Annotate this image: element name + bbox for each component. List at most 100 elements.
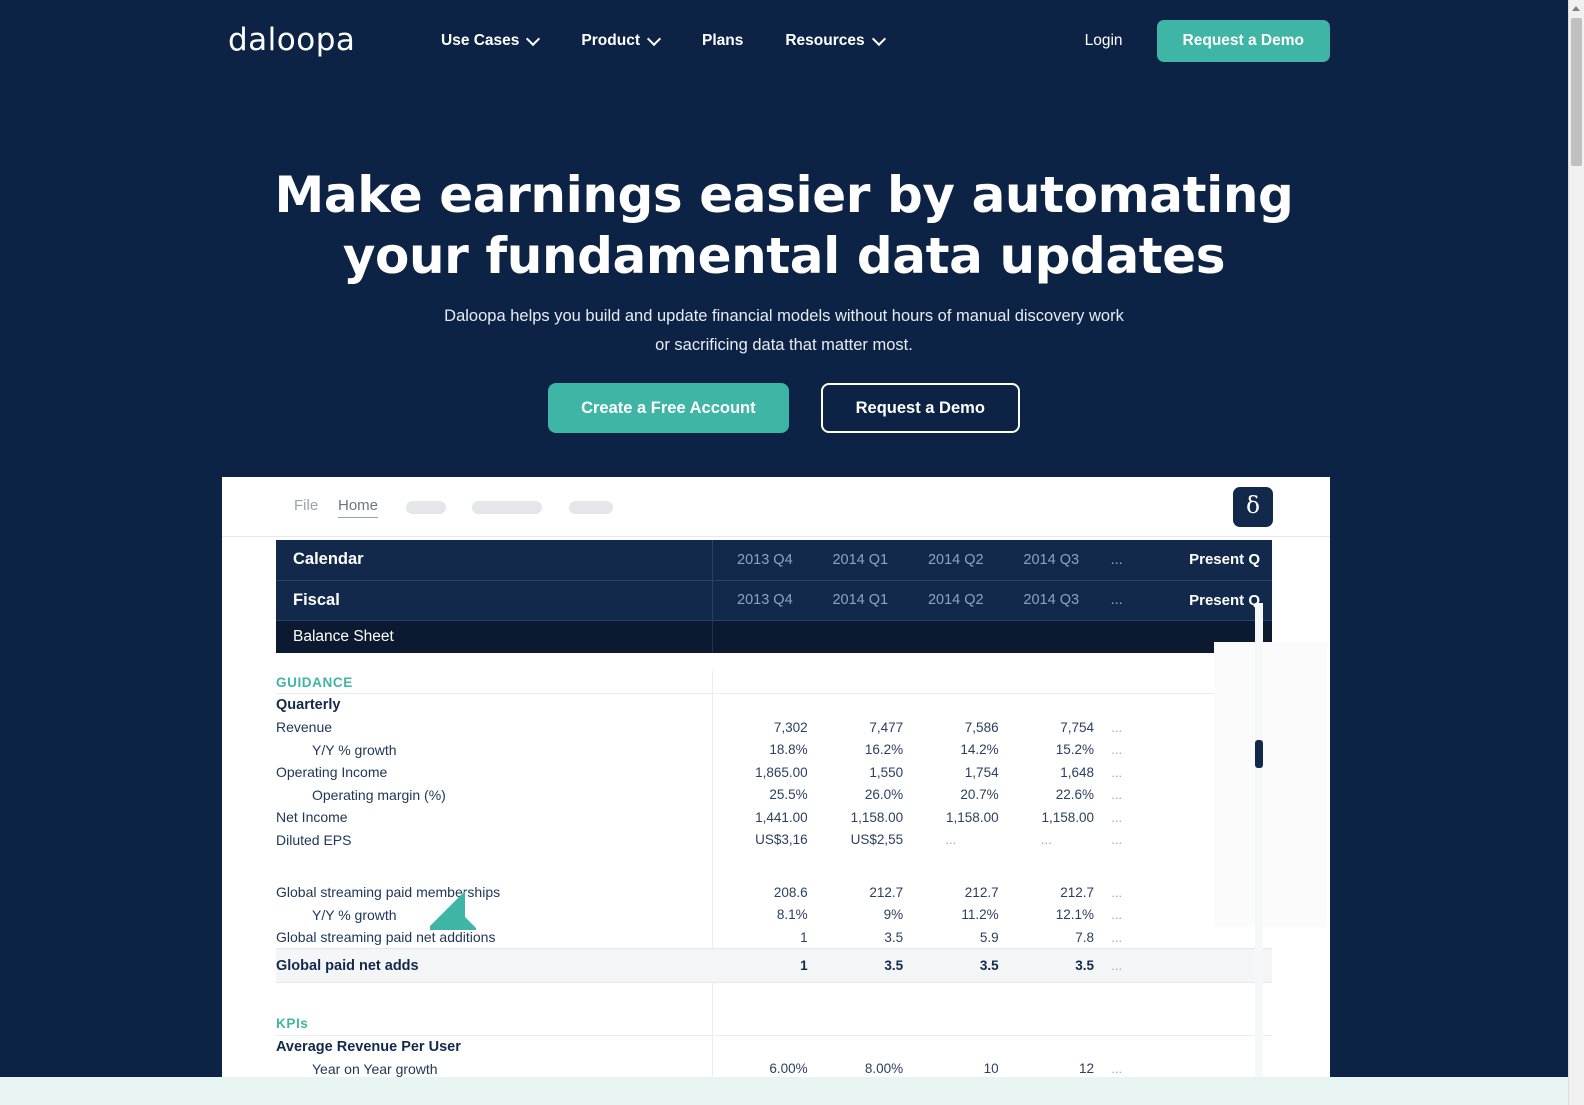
nav-item-label: Product (581, 32, 640, 49)
menu-item-home[interactable]: Home (338, 497, 379, 518)
daloopa-delta-icon[interactable]: δ (1233, 487, 1273, 527)
row-value: 1,754 (964, 764, 999, 780)
row-present-value (1139, 761, 1272, 784)
chevron-down-icon (528, 34, 539, 45)
row-value: 212.7 (964, 884, 999, 900)
request-demo-button-nav[interactable]: Request a Demo (1156, 20, 1330, 62)
row-value: 7,754 (1060, 719, 1095, 735)
row-value: 3.5 (807, 948, 904, 983)
subsection-header-quarterly: Quarterly (276, 693, 1272, 716)
row-value: 15.2% (1055, 742, 1095, 758)
row-label: Diluted EPS (276, 831, 352, 848)
request-demo-button-hero[interactable]: Request a Demo (820, 383, 1020, 433)
row-ellipsis: ... (1111, 884, 1123, 900)
subsection-cell (1094, 1034, 1140, 1058)
sheet-scrollbar-track[interactable] (1255, 603, 1263, 1077)
nav-item-product[interactable]: Product (560, 26, 681, 56)
header-period: 2014 Q1 (807, 580, 904, 621)
app-toolbar: File Home δ (222, 477, 1330, 537)
row-value: 7,477 (869, 719, 904, 735)
row-value: 25.5% (711, 783, 808, 806)
hero-subtitle-line-2: or sacrificing data that matter most. (655, 336, 913, 354)
mouse-cursor-icon (430, 891, 476, 930)
row-value: 16.2% (864, 742, 904, 758)
toolbar-placeholder-1[interactable] (406, 501, 446, 514)
row-value: 20.7% (960, 787, 999, 803)
row-value: 1,550 (869, 764, 904, 780)
row-value: 3.5 (998, 948, 1095, 983)
row-value: 1 (711, 926, 808, 949)
row-value: 7,586 (964, 719, 999, 735)
statement-row-balance-sheet[interactable]: Balance Sheet (276, 620, 1272, 653)
create-free-account-button[interactable]: Create a Free Account (548, 383, 789, 433)
nav-item-use-cases[interactable]: Use Cases (420, 26, 560, 56)
row-ellipsis: ... (1111, 1061, 1123, 1077)
row-value: 9% (883, 907, 904, 923)
table-row[interactable]: Operating Income 1,865.00 1,550 1,754 1,… (276, 761, 1272, 784)
nav-item-plans[interactable]: Plans (681, 26, 764, 56)
row-present-value (1139, 948, 1272, 983)
table-header-row-calendar: Calendar 2013 Q4 2014 Q1 2014 Q2 2014 Q3… (276, 540, 1272, 581)
row-value: 5.9 (979, 929, 999, 945)
header-label: Fiscal (276, 580, 713, 621)
toolbar-placeholder-2[interactable] (472, 501, 542, 514)
row-ellipsis: ... (1111, 764, 1123, 780)
browser-scrollbar-track[interactable] (1568, 0, 1584, 1105)
row-present-value (1139, 806, 1272, 829)
table-row[interactable]: Net Income 1,441.00 1,158.00 1,158.00 1,… (276, 806, 1272, 829)
row-value: 1 (712, 948, 808, 983)
row-present-value (1139, 716, 1272, 739)
row-value: US$2,55 (850, 832, 904, 848)
daloopa-logo[interactable]: daloopa (228, 22, 355, 58)
table-row[interactable]: Revenue 7,302 7,477 7,586 7,754 ... (276, 716, 1272, 739)
table-row[interactable]: Operating margin (%) 25.5% 26.0% 20.7% 2… (276, 783, 1272, 806)
sheet-scrollbar-thumb[interactable] (1255, 740, 1263, 768)
row-label: Net Income (276, 809, 348, 826)
table-row-total[interactable]: Global paid net adds 1 3.5 3.5 3.5 ... (276, 948, 1272, 983)
menu-item-file[interactable]: File (294, 497, 318, 514)
subsection-cell (903, 1034, 999, 1058)
row-value: 7.8 (1075, 929, 1095, 945)
scroll-up-arrow-icon[interactable] (1572, 6, 1580, 11)
table-row[interactable]: Global streaming paid net additions 1 3.… (276, 926, 1272, 949)
row-ellipsis: ... (1111, 929, 1123, 945)
page-title: Make earnings easier by automating your … (0, 165, 1568, 287)
subsection-cell (1139, 693, 1272, 716)
row-value: 22.6% (1055, 787, 1095, 803)
section-header-kpis: KPIs (276, 1012, 1272, 1036)
subsection-title: Average Revenue Per User (276, 1034, 713, 1058)
row-value: 1,158.00 (946, 809, 999, 825)
table-header-row-fiscal: Fiscal 2013 Q4 2014 Q1 2014 Q2 2014 Q3 .… (276, 580, 1272, 621)
row-value: 10 (983, 1061, 999, 1077)
page-root: daloopa Use Cases Product Plans Resource… (0, 0, 1584, 1105)
row-ellipsis: ... (1111, 832, 1123, 848)
subsection-cell (807, 1034, 904, 1058)
login-link[interactable]: Login (1075, 24, 1133, 58)
spacer-row (276, 851, 1272, 881)
row-value: 8.1% (711, 903, 808, 926)
section-cell (1139, 1013, 1272, 1036)
spreadsheet: Calendar 2013 Q4 2014 Q1 2014 Q2 2014 Q3… (276, 540, 1327, 1077)
table-row[interactable]: Year on Year growth 6.00% 8.00% 10 12 ..… (276, 1057, 1272, 1077)
row-label: Global streaming paid net additions (276, 929, 496, 945)
nav-item-resources[interactable]: Resources (764, 26, 905, 56)
header-label: Calendar (276, 540, 713, 581)
table-row[interactable]: Y/Y % growth 18.8% 16.2% 14.2% 15.2% ... (276, 738, 1272, 761)
table-row[interactable]: Diluted EPS US$3,16 US$2,55 ... ... ... (276, 828, 1272, 851)
section-cell (999, 1013, 1094, 1036)
table-row[interactable]: Global streaming paid memberships 208.6 … (276, 881, 1272, 904)
hero-cta-group: Create a Free Account Request a Demo (0, 383, 1568, 433)
row-value: 3.5 (884, 929, 904, 945)
hero-subtitle-line-1: Daloopa helps you build and update finan… (444, 307, 1124, 325)
browser-scrollbar-thumb[interactable] (1571, 18, 1582, 166)
subsection-cell (903, 693, 999, 716)
statement-cell (1094, 620, 1139, 653)
table-row[interactable]: Y/Y % growth 8.1% 9% 11.2% 12.1% ... (276, 903, 1272, 926)
row-value: 1,158.00 (850, 809, 904, 825)
row-value: 7,302 (711, 716, 808, 739)
row-label: Global streaming paid memberships (276, 884, 501, 901)
header-ellipsis: ... (1094, 580, 1140, 621)
toolbar-placeholder-3[interactable] (569, 501, 613, 514)
section-cell (711, 1012, 808, 1035)
row-value: 212.7 (869, 884, 904, 900)
